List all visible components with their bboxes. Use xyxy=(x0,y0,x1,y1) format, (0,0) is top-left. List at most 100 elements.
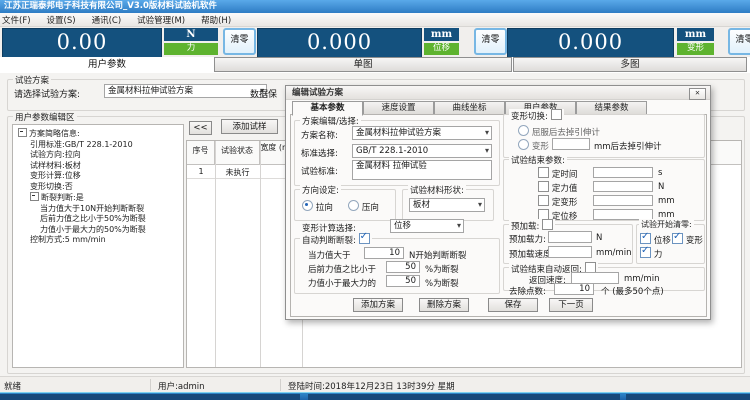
zero-displacement-checkbox xyxy=(640,233,651,244)
radio-after-deform[interactable]: 变形 xyxy=(518,139,549,152)
direction-legend: 方向设定: xyxy=(300,184,341,196)
col-header-status[interactable]: 试验状态 xyxy=(215,141,260,164)
menu-item-settings[interactable]: 设置(S) xyxy=(47,14,76,26)
auto-break-checkbox[interactable] xyxy=(359,233,370,244)
radio-icon xyxy=(302,200,313,211)
displacement-clear-button[interactable]: 清零 xyxy=(474,28,507,55)
menu-item-test-manage[interactable]: 试验管理(M) xyxy=(137,14,185,26)
dialog-title-bar[interactable]: 编辑试验方案 xyxy=(286,86,710,100)
tree-item[interactable]: 控制方式:5 mm/min xyxy=(16,235,183,246)
zero-deformation-checkbox xyxy=(672,233,683,244)
clipped-data-label: 数据保 xyxy=(250,87,277,100)
col-header-no[interactable]: 序号 xyxy=(187,141,215,164)
displacement-label: 位移 xyxy=(424,43,459,55)
force-clear-button[interactable]: 清零 xyxy=(223,28,256,55)
collapse-panel-button[interactable]: << xyxy=(189,121,212,135)
return-speed-unit: mm/min xyxy=(624,274,659,284)
plan-summary-tree-panel: 方案简略信息: 引用标准:GB/T 228.1-2010 试验方向:拉向 试样材… xyxy=(12,124,184,368)
remove-points-suffix: 个 (最多50个点) xyxy=(601,285,664,297)
cell-no: 1 xyxy=(187,167,215,176)
plan-name-combo[interactable]: 金属材料拉伸试验方案 xyxy=(352,126,492,140)
zero-force[interactable]: 力 xyxy=(640,247,662,260)
end-time-input[interactable] xyxy=(593,167,653,178)
test-end-legend: 试验结束参数: xyxy=(509,154,567,166)
dialog-tab-curve[interactable]: 曲线坐标 xyxy=(434,101,505,115)
radio-tension[interactable]: 拉向 xyxy=(302,200,333,213)
dialog-tab-result[interactable]: 结果参数 xyxy=(576,101,647,115)
app-window: 江苏正瑞泰邦电子科技有限公司_V3.0版材料试验机软件 文件(F) 设置(S) … xyxy=(0,0,750,400)
taskbar-window-button[interactable] xyxy=(0,394,300,400)
preload-force-unit: N xyxy=(596,233,602,243)
deform-switch-checkbox[interactable] xyxy=(551,109,562,120)
plan-select-combo[interactable]: 金属材料拉伸试验方案 xyxy=(104,84,267,98)
next-page-button[interactable]: 下一页 xyxy=(549,298,593,312)
add-sample-button[interactable]: 添加试样 xyxy=(221,119,278,134)
tree-item[interactable]: 变形切换:否 xyxy=(16,182,183,193)
end-deform-checkbox[interactable] xyxy=(538,195,549,206)
break-force-input[interactable]: 10 xyxy=(364,247,404,259)
preload-force-input[interactable] xyxy=(548,231,592,243)
radio-after-yield[interactable]: 屈服后去掉引伸计 xyxy=(518,125,600,138)
deformation-display: 0.000 xyxy=(507,28,674,58)
end-deform-input[interactable] xyxy=(593,195,653,206)
title-bar[interactable]: 江苏正瑞泰邦电子科技有限公司_V3.0版材料试验机软件 xyxy=(0,0,750,13)
taskbar-window-button[interactable] xyxy=(308,394,620,400)
tab-multi-plot[interactable]: 多图 xyxy=(513,57,747,72)
tab-user-params[interactable]: 用户参数 xyxy=(0,57,214,72)
add-plan-button[interactable]: 添加方案 xyxy=(353,298,403,312)
tab-single-plot[interactable]: 单图 xyxy=(214,57,512,72)
dialog-tab-speed[interactable]: 速度设置 xyxy=(363,101,434,115)
remove-points-label: 去除点数: xyxy=(509,285,546,297)
tree-item[interactable]: 试验方向:拉向 xyxy=(16,150,183,161)
edit-plan-dialog: 编辑试验方案 ✕ 基本参数 速度设置 曲线坐标 用户参数 结果参数 方案编辑/选… xyxy=(285,85,711,320)
end-force-input[interactable] xyxy=(593,181,653,192)
tree-root[interactable]: 方案简略信息: xyxy=(16,128,183,140)
menu-item-comm[interactable]: 通讯(C) xyxy=(92,14,122,26)
close-icon[interactable]: ✕ xyxy=(689,88,706,100)
end-time-checkbox[interactable] xyxy=(538,167,549,178)
deform-calc-combo[interactable]: 位移 xyxy=(390,219,464,233)
tree-item[interactable]: 力值小于最大力的50%为断裂 xyxy=(16,225,183,236)
save-button[interactable]: 保存 xyxy=(488,298,538,312)
break-row1-post: N开始判断断裂 xyxy=(409,249,466,261)
test-standard-label: 试验标准: xyxy=(301,165,338,177)
taskbar-window-button[interactable] xyxy=(626,394,750,400)
deform-switch-post: mm后去掉引伸计 xyxy=(594,140,662,152)
radio-compression[interactable]: 压向 xyxy=(348,200,379,213)
collapse-icon[interactable] xyxy=(30,192,39,201)
plan-summary-tree[interactable]: 方案简略信息: 引用标准:GB/T 228.1-2010 试验方向:拉向 试样材… xyxy=(13,125,183,246)
status-bar: 就绪 用户:admin 登陆时间:2018年12月23日 13时39分 星期 xyxy=(0,376,750,393)
taskbar[interactable] xyxy=(0,392,750,400)
preload-speed-unit: mm/min xyxy=(596,248,631,258)
deform-switch-value-input[interactable] xyxy=(552,138,590,150)
delete-plan-button[interactable]: 删除方案 xyxy=(419,298,469,312)
tree-branch[interactable]: 断裂判断:是 xyxy=(16,192,183,204)
user-param-edit-legend: 用户参数编辑区 xyxy=(13,111,77,123)
dialog-tab-basic[interactable]: 基本参数 xyxy=(292,101,363,116)
displacement-display: 0.000 xyxy=(257,28,422,58)
standard-select-combo[interactable]: GB/T 228.1-2010 xyxy=(352,144,492,158)
end-time-unit: s xyxy=(658,168,662,178)
end-force-checkbox[interactable] xyxy=(538,181,549,192)
zero-deformation[interactable]: 变形 xyxy=(672,233,703,246)
status-separator xyxy=(280,379,281,391)
deformation-clear-button[interactable]: 清零 xyxy=(728,28,750,55)
break-ratio-input[interactable]: 50 xyxy=(386,261,420,273)
break-maxpct-input[interactable]: 50 xyxy=(386,275,420,287)
preload-speed-input[interactable] xyxy=(548,246,592,258)
preload-checkbox[interactable] xyxy=(542,219,553,230)
menu-item-help[interactable]: 帮助(H) xyxy=(201,14,231,26)
tree-item[interactable]: 引用标准:GB/T 228.1-2010 xyxy=(16,140,183,151)
tree-item[interactable]: 当力值大于10N开始判断断裂 xyxy=(16,204,183,215)
plan-select-label: 请选择试验方案: xyxy=(14,87,80,100)
end-force-row: 定力值 xyxy=(538,181,577,194)
material-shape-combo[interactable]: 板材 xyxy=(409,198,485,212)
collapse-icon[interactable] xyxy=(18,128,27,137)
zero-force-checkbox xyxy=(640,247,651,258)
test-standard-input[interactable]: 金属材料 拉伸试验 xyxy=(352,160,492,180)
remove-points-input[interactable]: 10 xyxy=(554,283,594,295)
tree-item[interactable]: 变形计算:位移 xyxy=(16,171,183,182)
tree-item[interactable]: 试样材料:板材 xyxy=(16,161,183,172)
tree-item[interactable]: 后前力值之比小于50%为断裂 xyxy=(16,214,183,225)
menu-item-file[interactable]: 文件(F) xyxy=(2,14,31,26)
